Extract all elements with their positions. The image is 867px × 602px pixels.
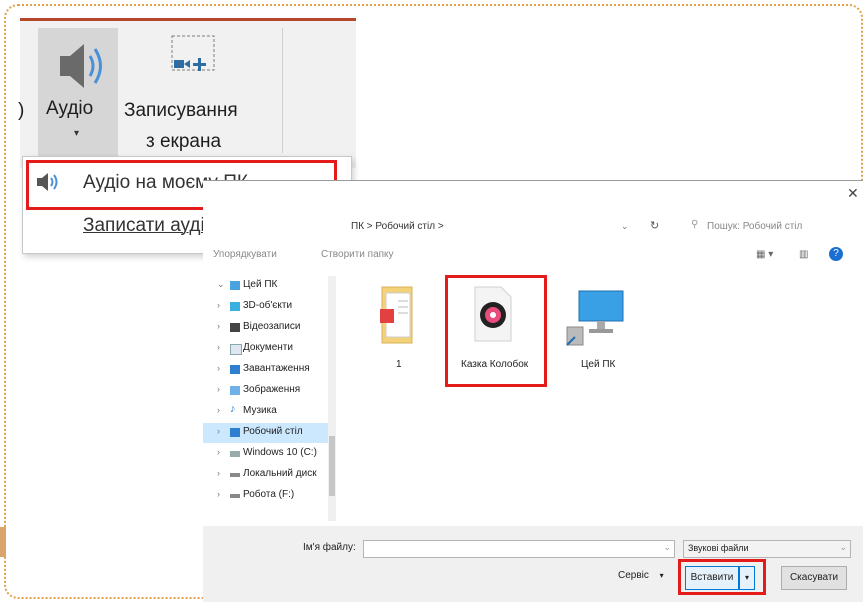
chevron-down-icon: ▾ — [74, 128, 80, 139]
organize-button[interactable]: Упорядкувати — [213, 249, 277, 260]
chevron-right-icon: › — [217, 321, 220, 331]
chevron-right-icon: › — [217, 363, 220, 373]
chevron-right-icon: › — [217, 300, 220, 310]
document-icon — [230, 344, 242, 355]
chevron-right-icon: › — [217, 489, 220, 499]
tree-item-videos[interactable]: › Відеозаписи — [203, 318, 333, 338]
tree-item-label: Робота (F:) — [243, 489, 295, 500]
tree-item-label: Музика — [243, 405, 277, 416]
file-item-label: 1 — [396, 359, 402, 370]
pdf-folder-icon — [380, 286, 413, 344]
pc-shortcut-icon — [566, 290, 624, 346]
truncated-label: ) — [18, 100, 25, 121]
tree-item-3d-objects[interactable]: › 3D-об'єкти — [203, 297, 333, 317]
tree-item-label: Цей ПК — [243, 279, 278, 290]
drive-icon — [230, 494, 240, 498]
chevron-down-icon[interactable]: ⌄ — [621, 221, 629, 232]
navigation-tree: ⌄ Цей ПК › 3D-об'єкти › Відеозаписи › До… — [203, 276, 333, 526]
tree-item-documents[interactable]: › Документи — [203, 339, 333, 359]
tree-item-local-disk[interactable]: › Локальний диск — [203, 465, 333, 485]
desktop-icon — [230, 428, 240, 437]
file-item-this-pc[interactable]: Цей ПК — [563, 279, 643, 379]
tree-item-label: 3D-об'єкти — [243, 300, 293, 311]
cube-icon — [230, 302, 240, 311]
image-icon — [230, 386, 240, 395]
help-icon[interactable]: ? — [829, 247, 843, 261]
screen-recording-label-2: з екрана — [146, 131, 222, 152]
tree-item-downloads[interactable]: › Завантаження — [203, 360, 333, 380]
refresh-icon[interactable]: ↻ — [650, 219, 659, 232]
close-icon[interactable]: ✕ — [847, 185, 859, 202]
search-icon: ⚲ — [691, 219, 699, 230]
tree-scrollbar[interactable] — [328, 276, 336, 521]
view-options-icon[interactable]: ▦ ▾ — [756, 249, 773, 260]
chevron-right-icon: › — [217, 405, 220, 415]
tree-item-label: Зображення — [243, 384, 301, 395]
screen-recording-button[interactable]: Записування з екрана — [120, 28, 280, 158]
speaker-icon — [60, 44, 102, 88]
chevron-down-icon: ⌄ — [663, 542, 671, 552]
preview-pane-icon[interactable]: ▥ — [799, 249, 808, 260]
tree-item-label: Локальний диск — [243, 468, 317, 479]
music-icon: ♪ — [230, 403, 236, 415]
file-type-value: Звукові файли — [688, 543, 749, 553]
tree-item-label: Завантаження — [243, 363, 310, 374]
chevron-right-icon: › — [217, 447, 220, 457]
tree-item-music[interactable]: › ♪ Музика — [203, 402, 333, 422]
insert-audio-dialog: ✕ ПК > Робочий стіл > ⌄ ↻ ⚲ Пошук: Робоч… — [203, 180, 863, 602]
tree-item-pictures[interactable]: › Зображення — [203, 381, 333, 401]
highlight-box-file — [445, 275, 547, 387]
drive-icon — [230, 473, 240, 477]
file-item-1[interactable]: 1 — [358, 279, 438, 379]
download-icon — [230, 365, 240, 374]
tree-item-label: Відеозаписи — [243, 321, 301, 332]
chevron-right-icon: › — [217, 426, 220, 436]
tree-item-drive-c[interactable]: › Windows 10 (C:) — [203, 444, 333, 464]
filename-label: Ім'я файлу: — [303, 542, 356, 553]
cancel-button[interactable]: Скасувати — [781, 566, 847, 590]
highlight-box-insert — [678, 559, 766, 595]
side-accent — [0, 527, 6, 557]
search-input[interactable]: Пошук: Робочий стіл — [707, 221, 802, 232]
screen-recording-label-1: Записування — [124, 100, 238, 121]
tree-item-this-pc[interactable]: ⌄ Цей ПК — [203, 276, 333, 296]
audio-button[interactable]: Аудіо ▾ — [38, 28, 118, 158]
pc-icon — [230, 281, 240, 290]
chevron-down-icon: ⌄ — [839, 542, 847, 552]
tree-item-label: Windows 10 (C:) — [243, 447, 317, 458]
chevron-right-icon: › — [217, 468, 220, 478]
ribbon-accent-line — [20, 18, 356, 21]
tree-item-label: Робочий стіл — [243, 426, 303, 437]
cancel-button-label: Скасувати — [789, 572, 839, 583]
breadcrumb[interactable]: ПК > Робочий стіл > — [351, 221, 444, 232]
ribbon-separator — [282, 28, 283, 153]
file-item-label: Цей ПК — [581, 359, 616, 370]
new-folder-button[interactable]: Створити папку — [321, 249, 394, 260]
tree-item-drive-f[interactable]: › Робота (F:) — [203, 486, 333, 506]
chevron-right-icon: › — [217, 342, 220, 352]
video-icon — [230, 323, 240, 332]
screen-recording-icon — [171, 35, 215, 71]
tree-item-label: Документи — [243, 342, 293, 353]
tree-item-desktop[interactable]: › Робочий стіл — [203, 423, 333, 443]
file-type-select[interactable]: Звукові файли ⌄ — [683, 540, 851, 558]
scrollbar-thumb[interactable] — [329, 436, 335, 496]
filename-input[interactable]: ⌄ — [363, 540, 675, 558]
service-label: Сервіс — [618, 570, 649, 581]
audio-button-label: Аудіо — [46, 98, 94, 119]
chevron-down-icon: ⌄ — [217, 279, 225, 289]
service-menu[interactable]: Сервіс ▾ — [618, 570, 664, 581]
chevron-down-icon: ▾ — [659, 571, 664, 580]
drive-icon — [230, 451, 240, 457]
chevron-right-icon: › — [217, 384, 220, 394]
